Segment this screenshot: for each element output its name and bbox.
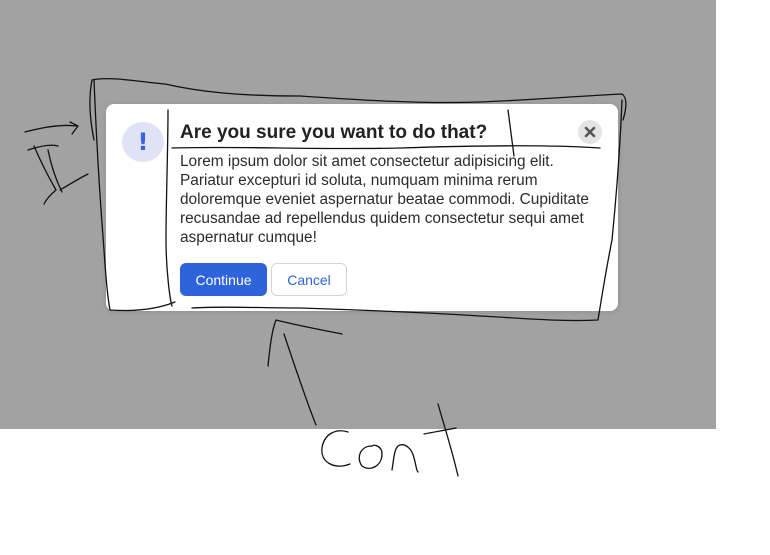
close-icon [584, 126, 596, 138]
page: ! Are you sure you want to do that? Lore… [0, 0, 770, 555]
dialog-message: Lorem ipsum dolor sit amet consectetur a… [180, 153, 589, 246]
continue-button[interactable]: Continue [180, 263, 267, 296]
exclamation-glyph: ! [137, 128, 149, 156]
dialog-title: Are you sure you want to do that? [180, 122, 488, 143]
cancel-button[interactable]: Cancel [271, 263, 347, 296]
confirm-dialog: ! Are you sure you want to do that? Lore… [106, 104, 618, 311]
exclamation-icon: ! [122, 122, 164, 162]
close-button[interactable] [578, 120, 602, 144]
